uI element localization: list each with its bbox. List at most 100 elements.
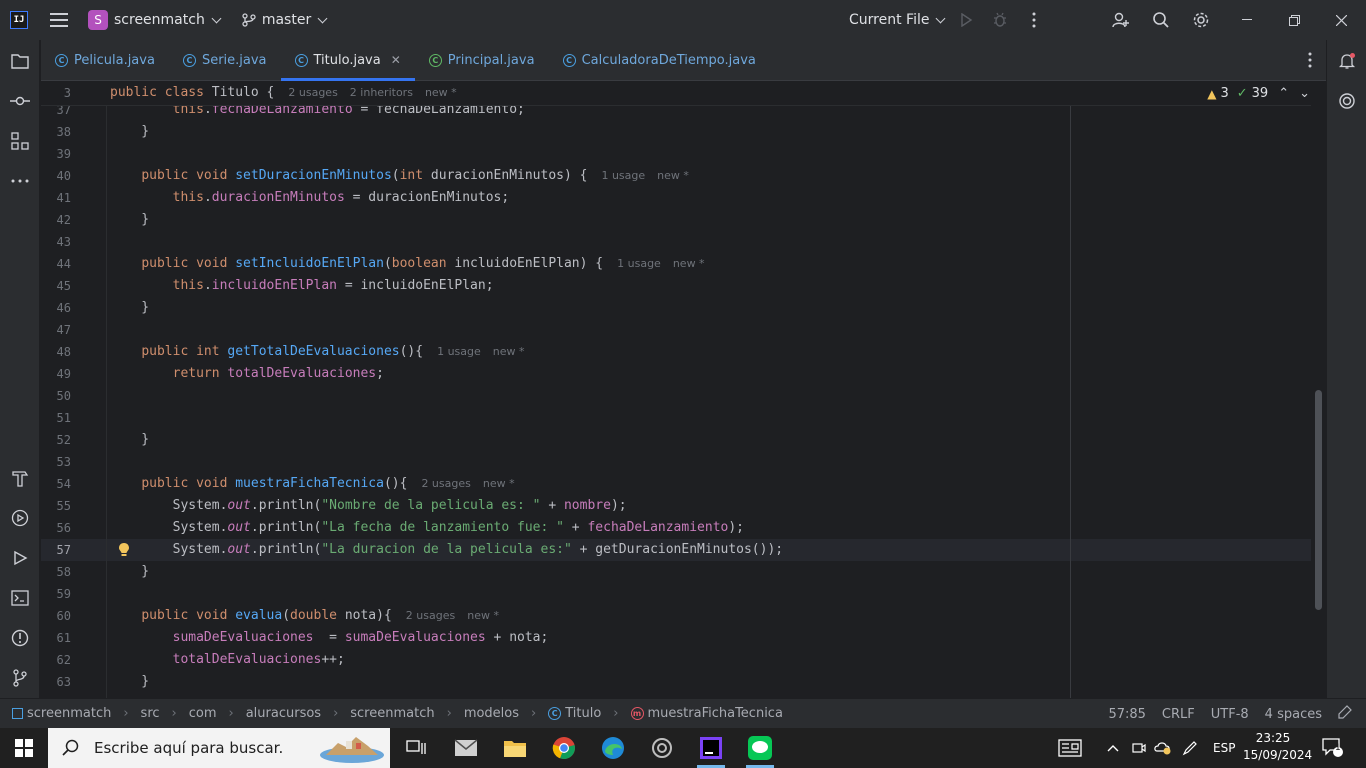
meet-now-icon[interactable] [1132, 728, 1146, 768]
build-hammer-icon[interactable] [9, 467, 31, 489]
add-user-icon[interactable] [1111, 10, 1131, 30]
tab-serie[interactable]: C Serie.java [169, 40, 281, 80]
usage-hint[interactable]: 1 usage [617, 257, 661, 270]
project-badge[interactable]: S [88, 10, 108, 30]
chevron-up-icon[interactable]: ⌃ [1278, 86, 1289, 101]
pen-workspace-icon[interactable] [1182, 728, 1198, 768]
caret-position[interactable]: 57:85 [1108, 707, 1145, 722]
inheritors-hint[interactable]: 2 inheritors [350, 86, 413, 99]
line-app-icon[interactable] [736, 728, 784, 768]
record-app-icon[interactable] [638, 728, 686, 768]
author-hint[interactable]: new * [657, 169, 689, 182]
onedrive-warning-icon[interactable] [1154, 728, 1172, 768]
more-actions-icon[interactable] [1024, 10, 1044, 30]
tabs-more-icon[interactable] [1308, 52, 1312, 72]
chrome-icon[interactable] [540, 728, 588, 768]
project-name[interactable]: screenmatch [114, 12, 205, 28]
line-separator[interactable]: CRLF [1162, 707, 1195, 722]
ai-assistant-icon[interactable] [1336, 90, 1358, 112]
tab-calculadora[interactable]: C CalculadoraDeTiempo.java [549, 40, 770, 80]
chevron-down-icon [936, 13, 946, 23]
code-line: public int getTotalDeEvaluaciones(){1 us… [141, 344, 525, 359]
tab-pelicula[interactable]: C Pelicula.java [41, 40, 169, 80]
warning-count: 3 [1220, 86, 1229, 101]
run-tool-icon[interactable] [9, 547, 31, 569]
check-icon: ✓ [1236, 86, 1248, 101]
notifications-bell-icon[interactable] [1336, 50, 1358, 72]
run-configuration-select[interactable]: Current File [849, 0, 946, 40]
debug-icon[interactable] [990, 10, 1010, 30]
chevron-down-icon[interactable]: ⌄ [1299, 86, 1310, 101]
line-number: 54 [56, 477, 71, 491]
author-hint[interactable]: new * [673, 257, 705, 270]
inspection-widget[interactable]: ▲ 3 ✓ 39 ⌃ ⌄ [1207, 86, 1310, 101]
intention-bulb-icon[interactable] [118, 542, 130, 557]
breadcrumb-item[interactable]: screenmatch [27, 706, 111, 721]
restore-button[interactable] [1271, 0, 1317, 40]
indent-setting[interactable]: 4 spaces [1265, 707, 1322, 722]
line-number: 57 [56, 543, 71, 557]
author-hint[interactable]: new * [467, 609, 499, 622]
tab-principal[interactable]: C Principal.java [415, 40, 549, 80]
usage-hint[interactable]: 2 usages [406, 609, 455, 622]
git-icon[interactable] [9, 667, 31, 689]
problems-icon[interactable] [9, 627, 31, 649]
intellij-logo-icon[interactable]: IJ [10, 11, 28, 29]
input-language[interactable]: ESP [1213, 728, 1235, 768]
tab-label: CalculadoraDeTiempo.java [581, 52, 756, 68]
breadcrumb-item[interactable]: com [189, 706, 217, 721]
breadcrumb-item[interactable]: Titulo [565, 706, 601, 721]
terminal-icon[interactable] [9, 587, 31, 609]
system-clock[interactable]: 23:25 15/09/2024 [1243, 730, 1312, 764]
usage-hint[interactable]: 2 usages [421, 477, 470, 490]
usage-hint[interactable]: 1 usage [601, 169, 645, 182]
news-widget-icon[interactable] [1058, 728, 1082, 768]
structure-icon[interactable] [9, 130, 31, 152]
minimize-button[interactable] [1224, 0, 1270, 40]
line-number: 38 [56, 125, 71, 139]
notification-center-icon[interactable]: 1 [1322, 728, 1344, 768]
breadcrumb-item[interactable]: aluracursos [246, 706, 321, 721]
read-only-toggle-icon[interactable] [1338, 705, 1352, 723]
run-icon[interactable] [956, 10, 976, 30]
author-hint[interactable]: new * [483, 477, 515, 490]
main-menu-icon[interactable] [50, 13, 68, 27]
breadcrumb-item[interactable]: screenmatch [350, 706, 434, 721]
sticky-class-header[interactable]: 3 public class Titulo {2 usages 2 inherit… [41, 82, 1311, 106]
close-window-button[interactable] [1318, 0, 1364, 40]
code-line: } [110, 212, 150, 227]
code-line: this.duracionEnMinutos = duracionEnMinut… [172, 190, 510, 205]
author-hint[interactable]: new * [493, 345, 525, 358]
search-icon[interactable] [1151, 10, 1171, 30]
usage-hint[interactable]: 2 usages [288, 86, 337, 99]
mail-app-icon[interactable] [442, 728, 490, 768]
author-hint[interactable]: new * [425, 86, 457, 99]
vertical-scrollbar[interactable] [1315, 390, 1322, 610]
task-view-icon[interactable] [392, 728, 440, 768]
status-widgets: 57:85 CRLF UTF-8 4 spaces [1108, 699, 1366, 729]
edge-icon[interactable] [589, 728, 637, 768]
commit-icon[interactable] [9, 90, 31, 112]
show-hidden-icons-icon[interactable] [1107, 728, 1119, 768]
windows-start-icon[interactable] [0, 728, 48, 768]
method-icon: m [630, 707, 644, 720]
services-icon[interactable] [9, 507, 31, 529]
line-number: 47 [56, 323, 71, 337]
breadcrumb-item[interactable]: modelos [464, 706, 519, 721]
project-folder-icon[interactable] [9, 50, 31, 72]
settings-gear-icon[interactable] [1191, 10, 1211, 30]
file-explorer-icon[interactable] [491, 728, 539, 768]
usage-hint[interactable]: 1 usage [437, 345, 481, 358]
breadcrumb-item[interactable]: src [141, 706, 160, 721]
tab-titulo[interactable]: C Titulo.java ✕ [280, 40, 416, 81]
intellij-taskbar-icon[interactable] [687, 728, 735, 768]
taskbar-search[interactable]: Escribe aquí para buscar. [48, 728, 390, 768]
file-encoding[interactable]: UTF-8 [1211, 707, 1249, 722]
more-tools-icon[interactable] [9, 170, 31, 192]
code-line: System.out.println("La fecha de lanzamie… [110, 520, 745, 535]
left-tool-strip [0, 40, 40, 698]
vcs-branch-widget[interactable]: master [242, 12, 328, 28]
breadcrumb-item[interactable]: muestraFichaTecnica [648, 706, 783, 721]
close-tab-icon[interactable]: ✕ [391, 53, 401, 67]
code-editor[interactable]: 3 public class Titulo {2 usages 2 inherit… [41, 82, 1326, 698]
